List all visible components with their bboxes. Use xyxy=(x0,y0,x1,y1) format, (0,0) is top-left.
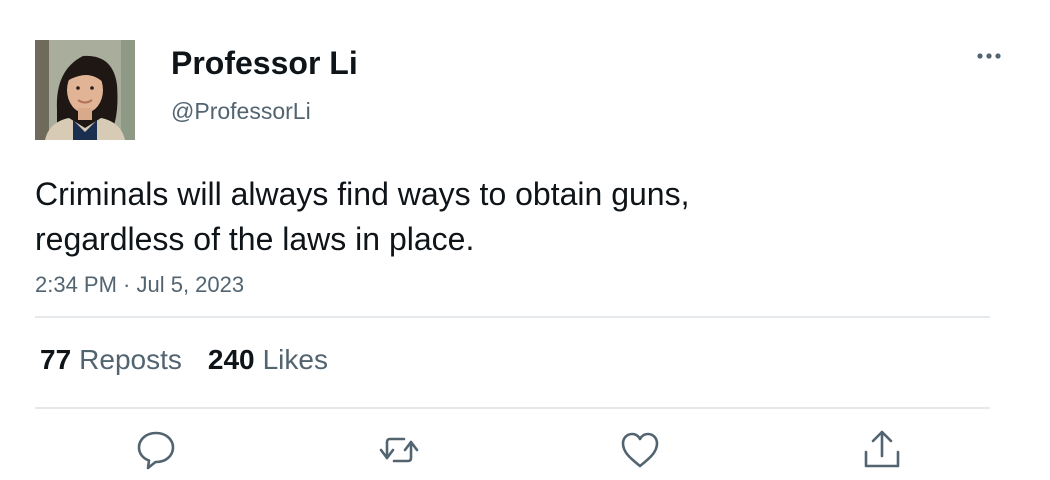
share-upload-icon xyxy=(864,430,900,468)
like-button[interactable] xyxy=(618,428,662,472)
profile-photo-icon xyxy=(35,40,135,140)
divider xyxy=(35,316,990,318)
display-name[interactable]: Professor Li xyxy=(171,44,358,82)
tweet-text-line: Criminals will always find ways to obtai… xyxy=(35,176,690,212)
user-handle[interactable]: @ProfessorLi xyxy=(171,97,311,125)
likes-stat[interactable]: 240 Likes xyxy=(208,343,328,377)
more-dots-icon xyxy=(977,53,1001,59)
likes-label: Likes xyxy=(262,344,328,375)
tweet-text: Criminals will always find ways to obtai… xyxy=(35,172,935,262)
repost-button[interactable] xyxy=(377,428,421,472)
tweet-card: Professor Li @ProfessorLi Criminals will… xyxy=(0,0,1050,480)
speech-bubble-icon xyxy=(137,431,175,470)
repost-arrows-icon xyxy=(379,437,419,463)
reposts-count: 77 xyxy=(40,344,72,375)
share-button[interactable] xyxy=(860,428,904,472)
tweet-stats: 77 Reposts 240 Likes xyxy=(40,343,354,377)
tweet-timestamp[interactable]: 2:34 PM · Jul 5, 2023 xyxy=(35,271,244,299)
reposts-label: Reposts xyxy=(79,344,182,375)
likes-count: 240 xyxy=(207,344,255,375)
tweet-text-line: regardless of the laws in place. xyxy=(35,221,475,257)
divider xyxy=(35,407,990,409)
reposts-stat[interactable]: 77 Reposts xyxy=(40,343,182,377)
reply-button[interactable] xyxy=(134,428,178,472)
heart-icon xyxy=(621,432,659,468)
avatar[interactable] xyxy=(35,40,135,140)
more-options-button[interactable] xyxy=(968,44,1010,68)
